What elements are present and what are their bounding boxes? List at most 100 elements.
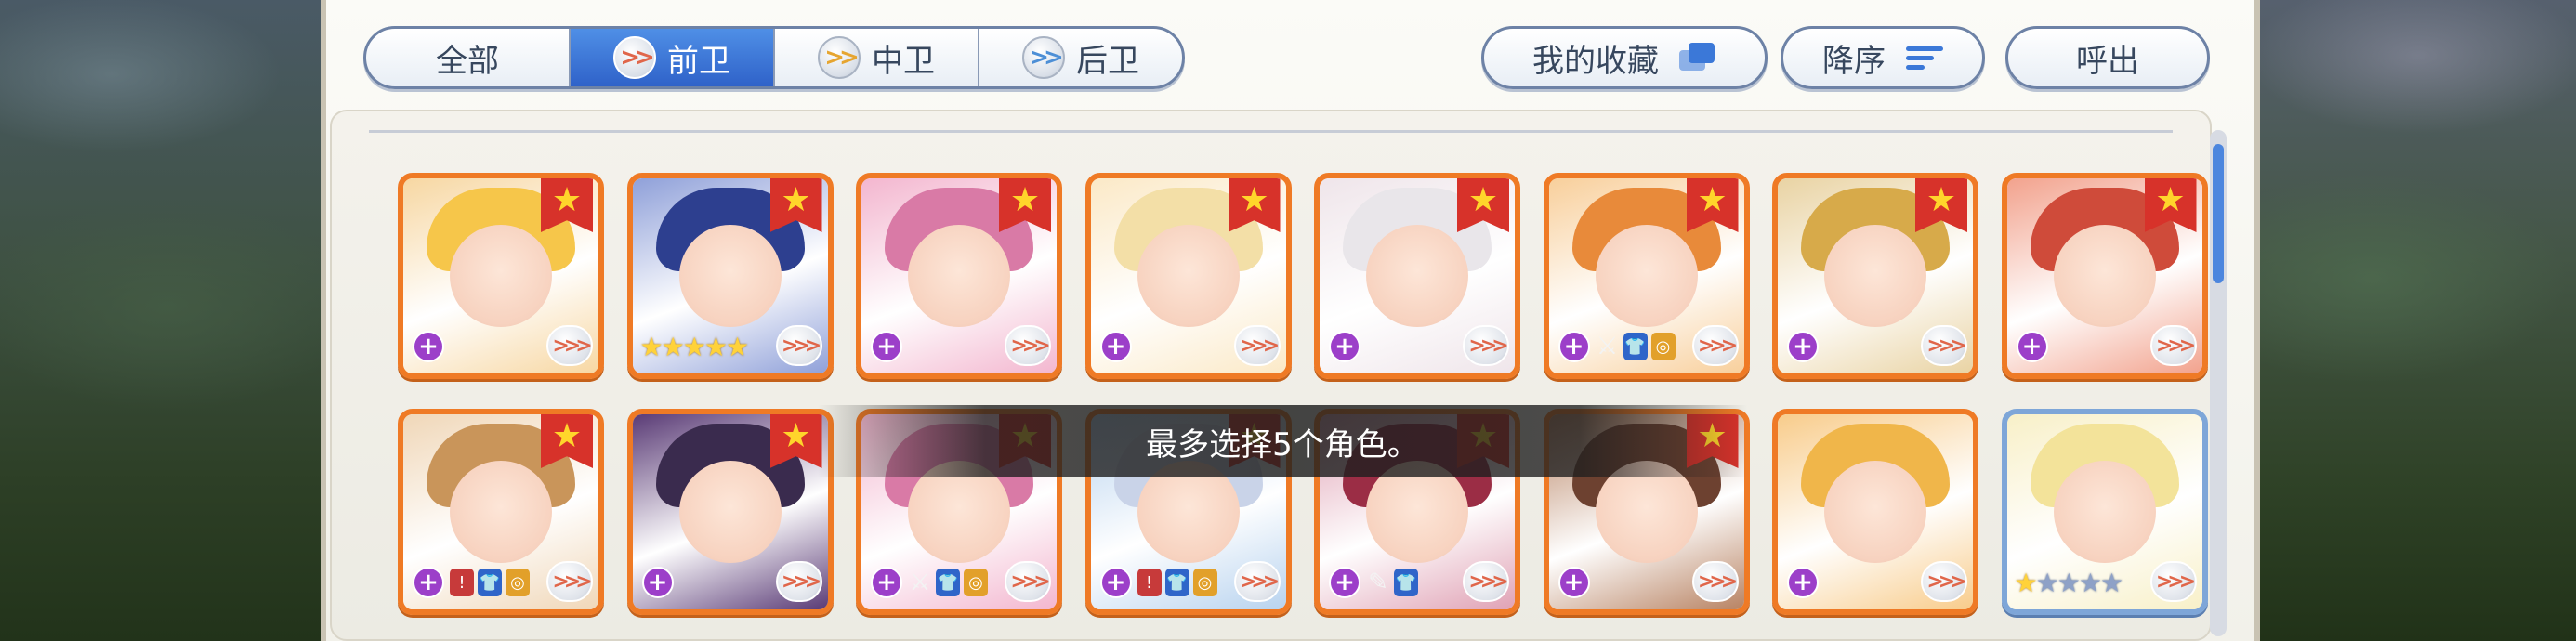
call-button[interactable]: 呼出	[2005, 26, 2210, 89]
character-card[interactable]: ★+>>>	[1772, 173, 1978, 379]
ring-gold-icon: ◎	[1650, 333, 1676, 360]
front-role-chevron-icon: >>>	[2149, 561, 2197, 602]
rank-plus-icon: +	[641, 567, 674, 598]
character-face	[2053, 225, 2156, 327]
character-card[interactable]: ★★★★★ >>>	[2001, 409, 2208, 615]
front-role-chevron-icon: >>>	[1005, 561, 1051, 602]
tab-middle-label: 中卫	[872, 42, 935, 80]
star-icon: ★	[2078, 568, 2102, 598]
sort-button[interactable]: 降序	[1781, 26, 1985, 89]
rank-plus-icon: +	[1557, 567, 1590, 598]
grid-scrollbar-thumb[interactable]	[2213, 144, 2224, 283]
front-role-chevron-icon: >>>	[2149, 325, 2197, 366]
star-icon: ★	[682, 332, 706, 362]
tab-back-label: 后卫	[1076, 42, 1139, 80]
character-card[interactable]: ★+⚔👕◎>>>	[1543, 173, 1750, 379]
front-role-chevron-icon: >>>	[1691, 325, 1739, 366]
rank-plus-icon: +	[2016, 331, 2048, 362]
tab-front[interactable]: >> 前卫	[571, 29, 775, 86]
character-card[interactable]: ★ ★★★★★ >>>	[626, 173, 834, 379]
tab-all[interactable]: 全部	[366, 29, 571, 86]
star-icon: ★	[2014, 568, 2038, 598]
character-face	[450, 461, 552, 563]
rank-plus-icon: +	[1329, 567, 1360, 598]
middle-role-icon: >>	[818, 36, 861, 79]
ring-gold-icon: ◎	[506, 569, 530, 596]
character-card[interactable]: ★+>>>	[1314, 173, 1520, 379]
rank-plus-icon: +	[413, 567, 444, 598]
potion-red-icon: !	[450, 569, 474, 596]
star-rating: ★★★★★	[2014, 568, 2124, 598]
star-icon: ★	[703, 332, 728, 362]
character-card[interactable]: ★+>>>	[1084, 173, 1292, 379]
front-role-chevron-icon: >>>	[775, 561, 822, 602]
role-filter-tabs: 全部 >> 前卫 >> 中卫 >> 后卫	[363, 26, 1185, 89]
rank-plus-icon: +	[1099, 331, 1132, 362]
front-role-chevron-icon: >>>	[1233, 561, 1281, 602]
star-icon: ★	[2099, 568, 2123, 598]
tab-back[interactable]: >> 后卫	[979, 29, 1182, 86]
character-card[interactable]: + >>>	[1772, 409, 1978, 615]
favorites-label: 我的收藏	[1532, 42, 1659, 80]
favorites-button[interactable]: 我的收藏	[1481, 26, 1768, 89]
tab-middle[interactable]: >> 中卫	[775, 29, 979, 86]
call-label: 呼出	[2076, 42, 2139, 80]
back-role-icon: >>	[1022, 36, 1065, 79]
feather-icon: ✎	[1368, 569, 1388, 596]
character-face	[1824, 225, 1926, 327]
ring-gold-icon: ◎	[1192, 569, 1217, 596]
rank-plus-icon: +	[1329, 331, 1360, 362]
character-card[interactable]: ★+>>>	[2001, 173, 2208, 379]
character-card[interactable]: ★+!👕◎>>>	[398, 409, 604, 615]
armor-blue-icon: 👕	[478, 569, 502, 596]
front-role-chevron-icon: >>>	[1463, 561, 1509, 602]
front-role-chevron-icon: >>>	[1005, 325, 1051, 366]
grid-divider	[369, 130, 2173, 133]
tab-front-label: 前卫	[667, 42, 730, 80]
front-role-chevron-icon: >>>	[1233, 325, 1281, 366]
rank-plus-icon: +	[1787, 567, 1819, 598]
star-icon: ★	[725, 332, 749, 362]
potion-red-icon: !	[1137, 569, 1162, 596]
background-right	[2260, 0, 2576, 641]
max-selection-toast: 最多选择5个角色。	[818, 405, 1747, 477]
sword-icon: ⚔	[1596, 333, 1619, 360]
character-card[interactable]: ★+>>>	[856, 173, 1062, 379]
character-face	[678, 225, 782, 327]
star-icon: ★	[661, 332, 685, 362]
tab-all-label: 全部	[436, 42, 499, 80]
front-role-chevron-icon: >>>	[546, 325, 593, 366]
armor-blue-icon: 👕	[1394, 569, 1418, 596]
armor-blue-icon: 👕	[1623, 333, 1648, 360]
front-role-chevron-icon: >>>	[775, 325, 822, 366]
favorites-icon	[1679, 43, 1716, 72]
armor-blue-icon: 👕	[936, 569, 960, 596]
sword-icon: ⚔	[909, 569, 931, 596]
character-face	[1595, 225, 1698, 327]
rank-plus-icon: +	[413, 331, 444, 362]
toast-message: 最多选择5个角色。	[1146, 425, 1419, 464]
star-icon: ★	[639, 332, 664, 362]
rank-plus-icon: +	[1557, 331, 1590, 362]
star-rating: ★★★★★	[639, 332, 750, 362]
front-role-chevron-icon: >>>	[1921, 325, 1967, 366]
rank-plus-icon: +	[1787, 331, 1819, 362]
star-icon: ★	[2057, 568, 2081, 598]
front-role-chevron-icon: >>>	[1463, 325, 1509, 366]
character-face	[1366, 225, 1468, 327]
front-role-chevron-icon: >>>	[1691, 561, 1739, 602]
character-face	[678, 461, 782, 563]
character-face	[450, 225, 552, 327]
armor-blue-icon: 👕	[1164, 569, 1189, 596]
character-face	[2053, 461, 2156, 563]
front-role-chevron-icon: >>>	[546, 561, 593, 602]
sort-label: 降序	[1822, 42, 1886, 80]
rank-plus-icon: +	[871, 567, 902, 598]
character-face	[1824, 461, 1926, 563]
front-role-icon: >>	[613, 36, 656, 79]
star-icon: ★	[2035, 568, 2059, 598]
rank-plus-icon: +	[1099, 567, 1132, 598]
character-card[interactable]: ★+>>>	[626, 409, 834, 615]
rank-plus-icon: +	[871, 331, 902, 362]
character-card[interactable]: ★+>>>	[398, 173, 604, 379]
